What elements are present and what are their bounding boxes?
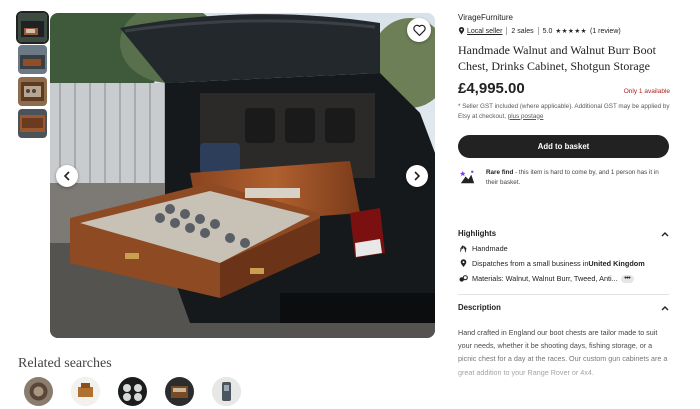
location-pin-icon	[458, 27, 465, 35]
chevron-right-icon	[414, 171, 421, 181]
related-searches-title: Related searches	[18, 356, 112, 371]
chevron-up-icon	[661, 231, 669, 236]
highlights-title: Highlights	[458, 229, 497, 238]
highlights-header[interactable]: Highlights	[458, 229, 669, 238]
thumbnail-3[interactable]	[18, 77, 47, 106]
highlight-text: Dispatches from a small business in	[472, 259, 589, 268]
postage-link[interactable]: plus postage	[508, 113, 544, 120]
highlight-item: Handmade	[458, 244, 669, 253]
description-title: Description	[458, 303, 501, 312]
materials-icon	[458, 274, 468, 283]
meta-divider	[537, 27, 539, 35]
thumbnail-1[interactable]	[16, 11, 49, 44]
local-seller-link[interactable]: Local seller	[467, 28, 502, 35]
highlight-text: Materials: Walnut, Walnut Burr, Tweed, A…	[472, 274, 618, 283]
price-row: £4,995.00 Only 1 available	[458, 80, 670, 97]
more-materials-button[interactable]: •••	[620, 274, 634, 283]
rare-find-notice: Rare find - this item is hard to come by…	[458, 168, 670, 187]
heart-outline-icon	[412, 24, 426, 36]
highlight-item: Materials: Walnut, Walnut Burr, Tweed, A…	[458, 274, 669, 283]
thumbnail-strip	[16, 11, 49, 141]
related-search-5[interactable]	[212, 377, 241, 406]
description-header[interactable]: Description	[458, 303, 669, 312]
description-fade	[458, 343, 669, 393]
add-to-basket-button[interactable]: Add to basket	[458, 135, 669, 158]
shop-meta: Local seller 2 sales 5.0 ★★★★★ (1 review…	[458, 27, 670, 35]
thumbnail-2[interactable]	[18, 45, 47, 74]
location-pin-icon	[458, 259, 468, 268]
previous-image-button[interactable]	[56, 165, 78, 187]
related-search-4[interactable]	[165, 377, 194, 406]
highlight-item: Dispatches from a small business in Unit…	[458, 259, 669, 268]
shop-rating: 5.0	[542, 27, 553, 35]
product-price: £4,995.00	[458, 80, 525, 97]
hand-icon	[458, 245, 468, 253]
rare-find-text: Rare find - this item is hard to come by…	[486, 168, 670, 187]
gst-note-text: * Seller GST included (where applicable)…	[458, 103, 670, 120]
shop-sales: 2 sales	[511, 27, 534, 35]
related-searches-list	[24, 377, 241, 406]
stock-status: Only 1 available	[623, 88, 670, 95]
section-divider	[458, 294, 669, 295]
related-search-1[interactable]	[24, 377, 53, 406]
next-image-button[interactable]	[406, 165, 428, 187]
product-info-panel: VirageFurniture Local seller 2 sales 5.0…	[458, 13, 670, 393]
related-search-2[interactable]	[71, 377, 100, 406]
product-title: Handmade Walnut and Walnut Burr Boot Che…	[458, 43, 656, 73]
rare-find-label: Rare find	[486, 169, 514, 176]
chevron-left-icon	[63, 171, 70, 181]
highlights-section: Highlights Handmade Dispatches from a sm…	[458, 229, 669, 283]
thumbnail-4[interactable]	[18, 109, 47, 138]
chevron-up-icon	[661, 305, 669, 310]
star-rating-icon: ★★★★★	[555, 28, 587, 35]
favorite-button[interactable]	[407, 18, 431, 42]
gst-note: * Seller GST included (where applicable)…	[458, 102, 670, 121]
rare-find-icon	[459, 170, 475, 184]
highlight-text: Handmade	[472, 244, 508, 253]
related-search-3[interactable]	[118, 377, 147, 406]
highlight-country: United Kingdom	[588, 259, 645, 268]
review-count[interactable]: (1 review)	[590, 28, 621, 35]
shop-name-link[interactable]: VirageFurniture	[458, 13, 670, 22]
meta-divider	[506, 27, 508, 35]
main-product-image[interactable]	[50, 13, 435, 338]
car-boot-chest-photo	[50, 13, 435, 338]
